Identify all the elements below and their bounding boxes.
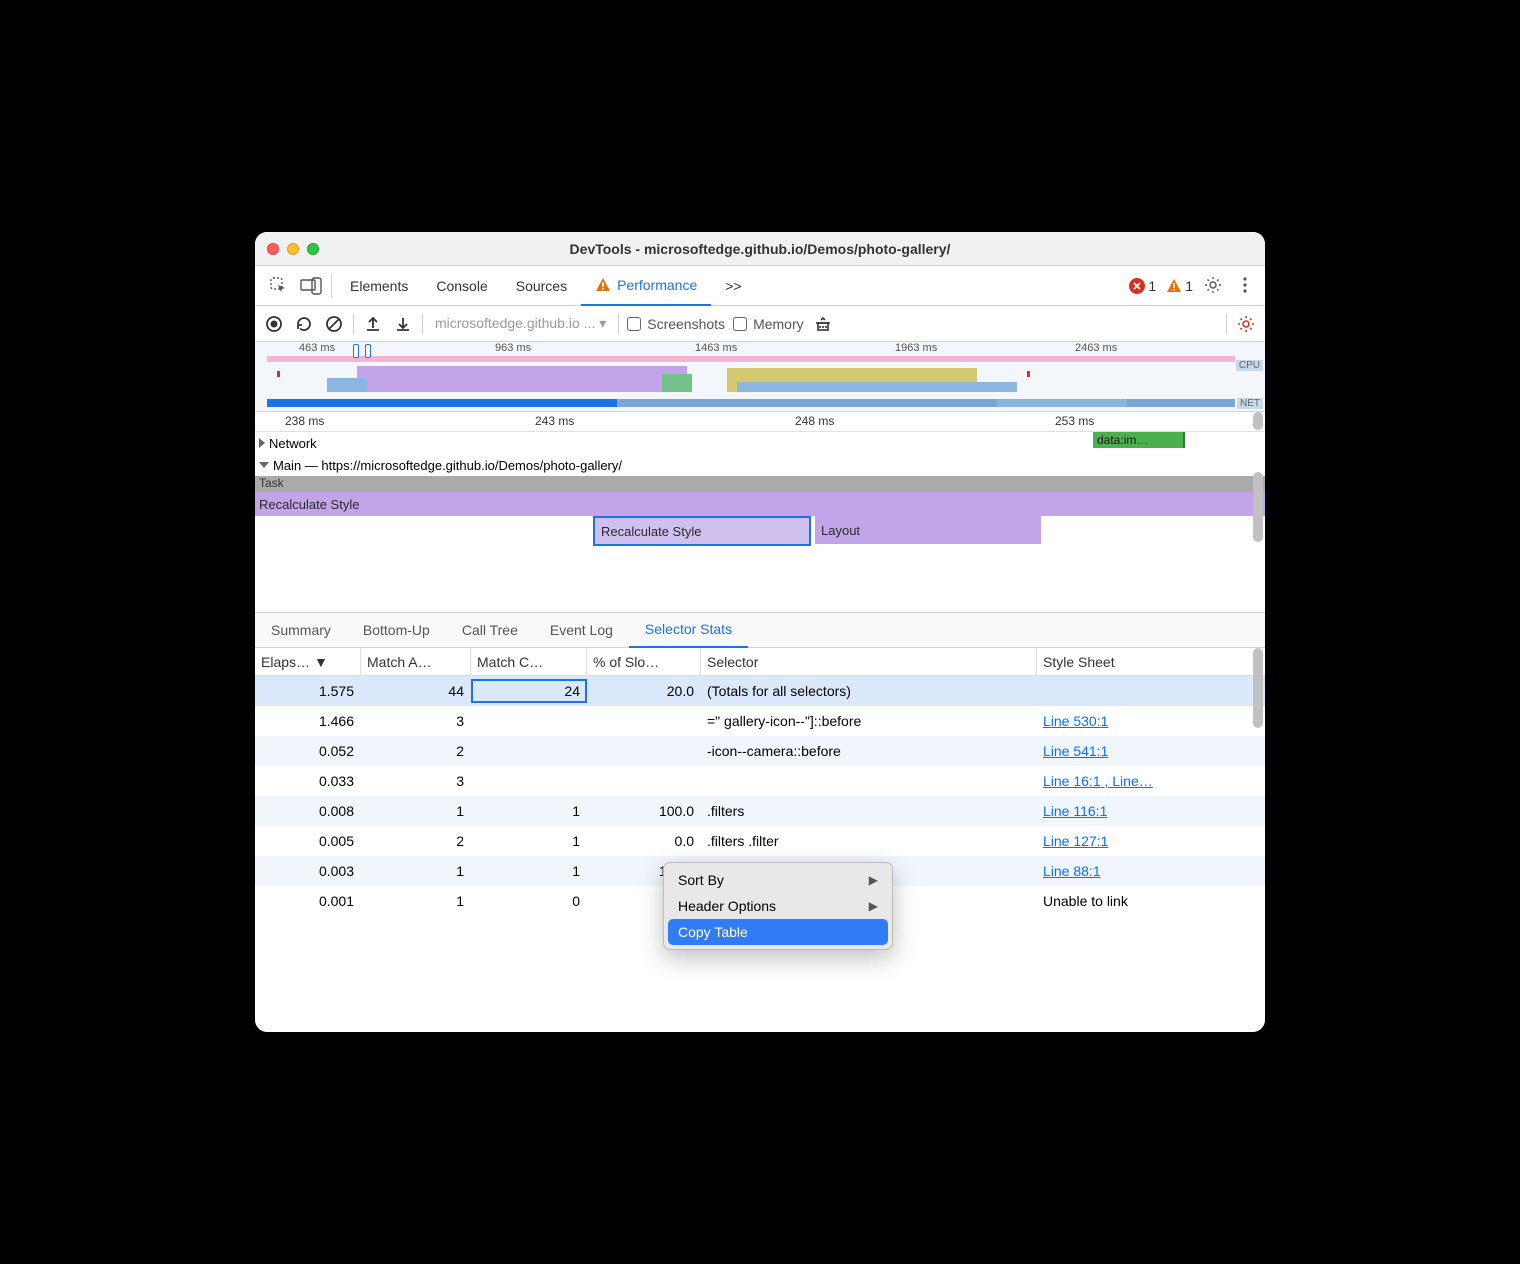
tab-call-tree[interactable]: Call Tree bbox=[446, 612, 534, 648]
chevron-right-icon: ▶ bbox=[869, 873, 878, 887]
layout-bar[interactable]: Layout bbox=[815, 516, 1041, 544]
table-row[interactable]: 0.005210.0.filters .filterLine 127:1 bbox=[255, 826, 1265, 856]
context-menu: Sort By ▶ Header Options ▶ Copy Table bbox=[663, 862, 893, 950]
th-pct-slow[interactable]: % of Slo… bbox=[587, 648, 701, 675]
record-icon[interactable] bbox=[263, 313, 285, 335]
th-elapsed[interactable]: Elaps… ▼ bbox=[255, 648, 361, 675]
table-row[interactable]: 0.0333Line 16:1 , Line… bbox=[255, 766, 1265, 796]
stylesheet-link[interactable]: Line 88:1 bbox=[1043, 863, 1101, 879]
recalculate-style-bar[interactable]: Recalculate Style bbox=[255, 492, 1265, 516]
warning-icon bbox=[595, 277, 611, 293]
scrollbar-thumb[interactable] bbox=[1253, 472, 1263, 542]
tab-summary[interactable]: Summary bbox=[255, 612, 347, 648]
upload-icon[interactable] bbox=[362, 313, 384, 335]
sort-desc-icon: ▼ bbox=[314, 654, 328, 670]
tab-elements[interactable]: Elements bbox=[336, 266, 422, 306]
table-row[interactable]: 1.4663=" gallery-icon--"]::beforeLine 53… bbox=[255, 706, 1265, 736]
warning-icon bbox=[1166, 278, 1182, 294]
th-style-sheet[interactable]: Style Sheet bbox=[1037, 648, 1219, 675]
titlebar: DevTools - microsoftedge.github.io/Demos… bbox=[255, 232, 1265, 266]
flame-chart-ruler: 238 ms 243 ms 248 ms 253 ms bbox=[255, 412, 1265, 432]
net-label: NET bbox=[1237, 398, 1263, 409]
expand-icon bbox=[259, 438, 265, 448]
menu-copy-table[interactable]: Copy Table bbox=[668, 919, 888, 945]
memory-checkbox[interactable]: Memory bbox=[733, 316, 804, 332]
tab-selector-stats[interactable]: Selector Stats bbox=[629, 612, 748, 648]
timeline-overview[interactable]: 463 ms 963 ms 1463 ms 1963 ms 2463 ms CP… bbox=[255, 342, 1265, 412]
error-icon bbox=[1129, 278, 1145, 294]
scrollbar-thumb[interactable] bbox=[1253, 648, 1263, 728]
table-row[interactable]: 0.00811100.0.filtersLine 116:1 bbox=[255, 796, 1265, 826]
table-row[interactable]: 0.0522-icon--camera::beforeLine 541:1 bbox=[255, 736, 1265, 766]
task-bar[interactable]: Task bbox=[255, 476, 1265, 492]
inspect-element-icon[interactable] bbox=[268, 275, 290, 297]
recalculate-style-selected[interactable]: Recalculate Style bbox=[593, 516, 811, 546]
capture-settings-icon[interactable] bbox=[1235, 313, 1257, 335]
th-selector[interactable]: Selector bbox=[701, 648, 1037, 675]
device-toolbar-icon[interactable] bbox=[300, 275, 322, 297]
tab-sources[interactable]: Sources bbox=[502, 266, 581, 306]
cpu-label: CPU bbox=[1236, 360, 1263, 371]
tab-event-log[interactable]: Event Log bbox=[534, 612, 629, 648]
recording-selector[interactable]: microsoftedge.github.io ... ▾ bbox=[431, 313, 610, 334]
tab-bottom-up[interactable]: Bottom-Up bbox=[347, 612, 446, 648]
scrollbar-thumb[interactable] bbox=[1253, 412, 1263, 430]
chevron-right-icon: ▶ bbox=[869, 899, 878, 913]
kebab-menu-icon[interactable] bbox=[1235, 275, 1257, 297]
network-request-chip[interactable]: data:im… bbox=[1093, 432, 1185, 448]
net-chart bbox=[267, 399, 1235, 407]
overview-tick: 1463 ms bbox=[695, 342, 737, 354]
menu-sort-by[interactable]: Sort By ▶ bbox=[664, 867, 892, 893]
error-count[interactable]: 1 bbox=[1129, 278, 1156, 294]
performance-toolbar: microsoftedge.github.io ... ▾ Screenshot… bbox=[255, 306, 1265, 342]
selector-stats-table: Elaps… ▼ Match A… Match C… % of Slo… Sel… bbox=[255, 648, 1265, 1032]
stylesheet-link[interactable]: Line 16:1 , Line… bbox=[1043, 773, 1153, 789]
overview-tick: 463 ms bbox=[299, 342, 335, 354]
cpu-chart bbox=[267, 356, 1235, 392]
tab-console[interactable]: Console bbox=[422, 266, 501, 306]
settings-icon[interactable] bbox=[1203, 275, 1225, 297]
overview-tick: 963 ms bbox=[495, 342, 531, 354]
overview-handle-left[interactable] bbox=[353, 344, 359, 358]
tab-performance[interactable]: Performance bbox=[581, 266, 711, 306]
stylesheet-link[interactable]: Line 116:1 bbox=[1043, 803, 1107, 819]
th-match-count[interactable]: Match C… bbox=[471, 648, 587, 675]
stylesheet-link[interactable]: Line 530:1 bbox=[1043, 713, 1108, 729]
devtools-window: DevTools - microsoftedge.github.io/Demos… bbox=[255, 232, 1265, 1032]
screenshots-checkbox[interactable]: Screenshots bbox=[627, 316, 725, 332]
stylesheet-link[interactable]: Line 541:1 bbox=[1043, 743, 1108, 759]
menu-header-options[interactable]: Header Options ▶ bbox=[664, 893, 892, 919]
stylesheet-link[interactable]: Line 127:1 bbox=[1043, 833, 1108, 849]
window-title: DevTools - microsoftedge.github.io/Demos… bbox=[267, 241, 1253, 257]
overview-tick: 2463 ms bbox=[1075, 342, 1117, 354]
warning-count[interactable]: 1 bbox=[1166, 278, 1193, 294]
reload-icon[interactable] bbox=[293, 313, 315, 335]
main-track-header[interactable]: Main — https://microsoftedge.github.io/D… bbox=[255, 454, 1265, 476]
garbage-collect-icon[interactable] bbox=[812, 313, 834, 335]
th-match-attempts[interactable]: Match A… bbox=[361, 648, 471, 675]
overview-handle-right[interactable] bbox=[365, 344, 371, 358]
download-icon[interactable] bbox=[392, 313, 414, 335]
table-row[interactable]: 1.575442420.0(Totals for all selectors) bbox=[255, 676, 1265, 706]
table-header-row: Elaps… ▼ Match A… Match C… % of Slo… Sel… bbox=[255, 648, 1265, 676]
network-track-header[interactable]: Network data:im… bbox=[255, 432, 1265, 454]
more-tabs-button[interactable]: >> bbox=[711, 266, 755, 306]
flame-chart[interactable]: Network data:im… Main — https://microsof… bbox=[255, 432, 1265, 612]
details-tab-strip: Summary Bottom-Up Call Tree Event Log Se… bbox=[255, 612, 1265, 648]
overview-tick: 1963 ms bbox=[895, 342, 937, 354]
main-tab-strip: Elements Console Sources Performance >> … bbox=[255, 266, 1265, 306]
clear-icon[interactable] bbox=[323, 313, 345, 335]
collapse-icon bbox=[259, 462, 269, 468]
